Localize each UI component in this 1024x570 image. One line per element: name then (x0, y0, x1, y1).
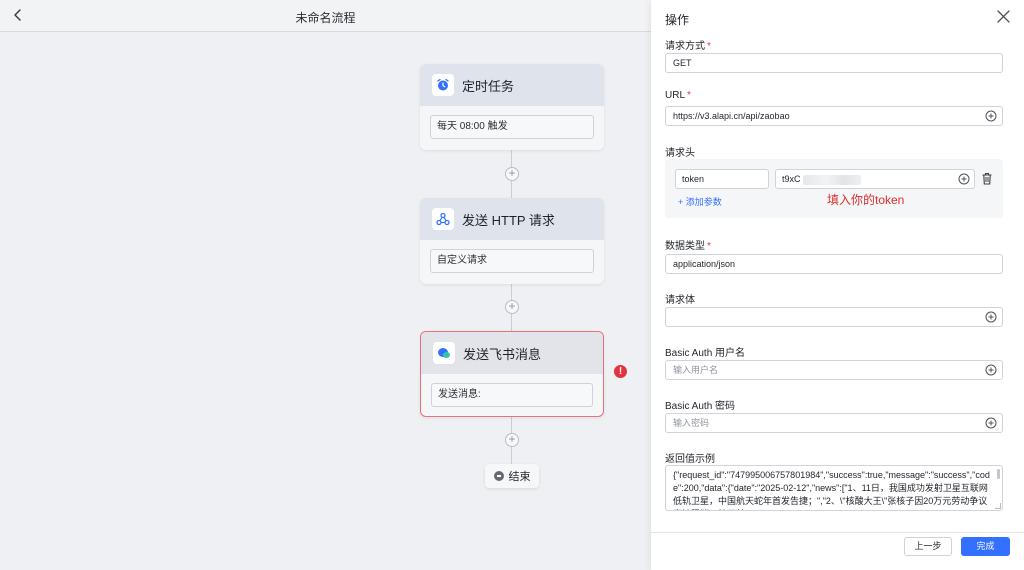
node-summary: 每天 08:00 触发 (430, 115, 594, 139)
flow-node-schedule[interactable]: 定时任务 每天 08:00 触发 (420, 64, 604, 150)
insert-variable-icon[interactable] (985, 311, 997, 323)
flow-canvas: 未命名流程 + + + 定时任务 每天 08:00 触发 发送 HTTP 请求 … (0, 0, 651, 570)
flow-node-feishu-message[interactable]: 发送飞书消息 发送消息: (420, 331, 604, 417)
basic-auth-user-input[interactable]: 输入用户名 (665, 360, 1003, 380)
scrollbar[interactable] (997, 469, 1000, 479)
header-key-input[interactable]: token (675, 169, 769, 189)
insert-variable-icon[interactable] (985, 364, 997, 376)
token-annotation: 填入你的token (827, 193, 905, 207)
close-icon[interactable] (997, 10, 1010, 23)
node-header: 发送 HTTP 请求 (420, 198, 604, 240)
action-drawer: 操作 请求方式 * GET URL * https://v3.alapi.cn/ap… (651, 0, 1024, 570)
add-step-button[interactable]: + (505, 167, 519, 181)
feishu-chat-icon (433, 342, 455, 364)
end-icon (493, 471, 504, 481)
trash-icon[interactable] (981, 172, 993, 185)
example-label: 返回值示例 (665, 454, 715, 465)
node-header: 定时任务 (420, 64, 604, 106)
flow-title: 未命名流程 (295, 11, 356, 25)
flow-topbar: 未命名流程 (0, 0, 651, 32)
node-header: 发送飞书消息 (421, 332, 603, 374)
flow-end-node[interactable]: 结束 (485, 464, 539, 488)
headers-label: 请求头 (665, 148, 695, 159)
method-label: 请求方式 * (665, 41, 711, 52)
body-input[interactable] (665, 307, 1003, 327)
insert-variable-icon[interactable] (985, 110, 997, 122)
url-input[interactable]: https://v3.alapi.cn/api/zaobao (665, 106, 1003, 126)
drawer-footer: 上一步 完成 (651, 532, 1024, 570)
drawer-header: 操作 (651, 0, 1024, 34)
webhook-icon (432, 208, 454, 230)
done-button[interactable]: 完成 (961, 537, 1010, 556)
previous-button[interactable]: 上一步 (904, 537, 952, 556)
end-label: 结束 (508, 471, 531, 483)
error-badge-icon: ! (614, 365, 627, 378)
body-label: 请求体 (665, 295, 695, 306)
method-select[interactable]: GET (665, 53, 1003, 73)
basic-auth-password-input[interactable]: 输入密码 (665, 413, 1003, 433)
headers-panel: token t9xC + 添加参数 填入你的token (665, 159, 1003, 218)
insert-variable-icon[interactable] (958, 173, 970, 185)
node-summary: 自定义请求 (430, 249, 594, 273)
flow-node-http-request[interactable]: 发送 HTTP 请求 自定义请求 (420, 198, 604, 284)
alarm-clock-icon (432, 74, 454, 96)
node-title: 发送 HTTP 请求 (462, 212, 555, 228)
content-type-select[interactable]: application/json (665, 254, 1003, 274)
example-textarea[interactable]: {"request_id":"747995006757801984","succ… (665, 465, 1003, 511)
basic-auth-password-label: Basic Auth 密码 (665, 401, 736, 412)
node-summary: 发送消息: (431, 383, 593, 407)
redacted-token (802, 174, 861, 185)
url-label: URL * (665, 90, 691, 101)
node-title: 发送飞书消息 (463, 346, 542, 362)
content-type-label: 数据类型 * (665, 241, 711, 252)
resize-handle[interactable] (995, 503, 1001, 509)
add-step-button[interactable]: + (505, 300, 519, 314)
node-title: 定时任务 (462, 78, 515, 94)
add-step-button[interactable]: + (505, 433, 519, 447)
drawer-title: 操作 (665, 13, 690, 27)
header-value-input[interactable]: t9xC (775, 169, 975, 189)
basic-auth-user-label: Basic Auth 用户名 (665, 348, 746, 359)
add-param-button[interactable]: + 添加参数 (678, 195, 722, 208)
insert-variable-icon[interactable] (985, 417, 997, 429)
